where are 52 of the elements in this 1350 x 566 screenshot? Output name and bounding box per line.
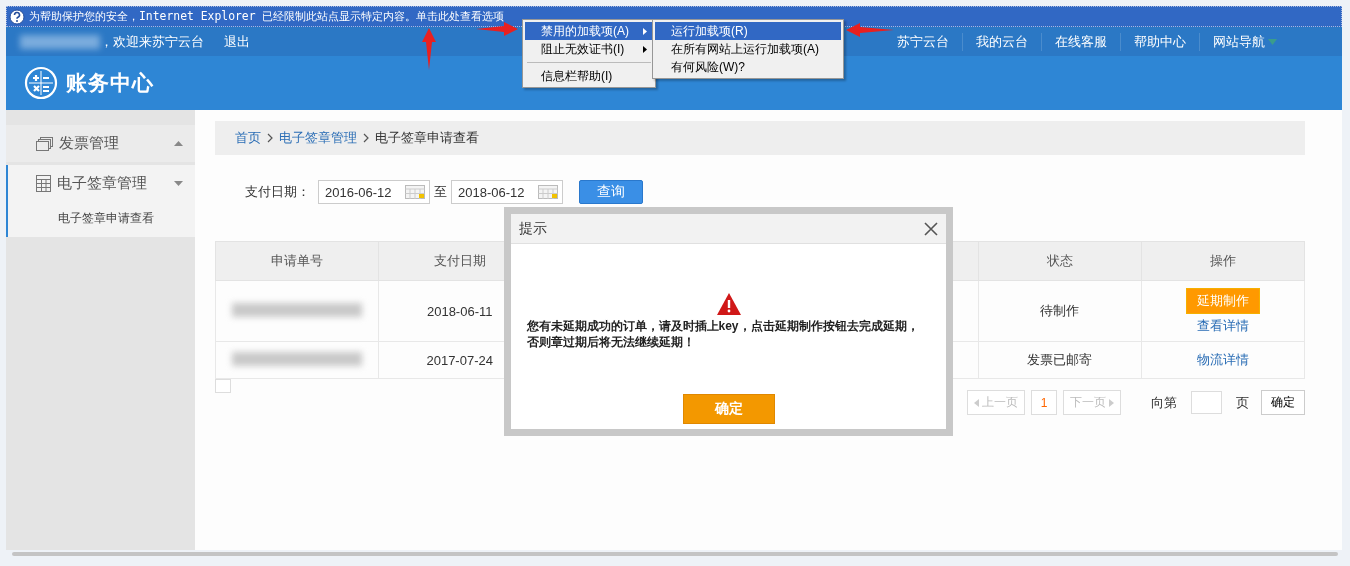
chevron-icon	[363, 133, 369, 143]
sidebar-subitem[interactable]: 电子签章申请查看	[8, 202, 195, 227]
date-field[interactable]: 2016-06-12	[318, 180, 430, 204]
warning-icon	[716, 293, 741, 315]
help-icon	[9, 8, 25, 25]
date-field[interactable]: 2018-06-12	[451, 180, 563, 204]
dialog-title: 提示	[519, 219, 547, 238]
table-cell: 待制作	[978, 280, 1142, 342]
range-separator: 至	[434, 183, 447, 201]
menu-item[interactable]: 运行加载项(R)	[655, 22, 841, 40]
close-icon[interactable]	[924, 221, 938, 236]
left-triangle-icon	[974, 398, 979, 407]
logo-icon	[24, 66, 58, 100]
scrollbar[interactable]	[12, 552, 1338, 556]
filter-label: 支付日期：	[245, 183, 310, 201]
breadcrumb-current: 电子签章申请查看	[375, 129, 479, 147]
welcome-text: ，欢迎来苏宁云台	[100, 32, 204, 51]
page-input[interactable]	[1191, 391, 1222, 414]
sidebar-item[interactable]: 电子签章管理	[57, 174, 168, 193]
detail-link[interactable]: 查看详情	[1196, 316, 1249, 335]
goto-label: 向第	[1151, 393, 1177, 412]
caret-icon	[1268, 38, 1277, 45]
right-triangle-icon	[1109, 398, 1114, 407]
menu-item[interactable]: 阻止无效证书(I)	[525, 40, 653, 58]
calendar-icon	[538, 185, 558, 199]
goto-label: 页	[1236, 393, 1249, 412]
menu-item[interactable]: 有何风险(W)?	[655, 58, 841, 76]
confirm-button[interactable]: 确定	[1261, 390, 1305, 415]
column-header: 申请单号	[215, 241, 379, 281]
column-header: 操作	[1141, 241, 1305, 281]
nav-link[interactable]: 在线客服	[1041, 32, 1120, 51]
calendar-icon	[405, 185, 425, 199]
column-header: 状态	[978, 241, 1142, 281]
breadcrumb-link[interactable]: 首页	[235, 129, 261, 147]
app-title: 账务中心	[66, 70, 154, 96]
nav-link[interactable]: 帮助中心	[1120, 32, 1199, 51]
chevron-icon	[267, 133, 273, 143]
menu-item[interactable]: 在所有网站上运行加载项(A)	[655, 40, 841, 58]
table-cell: 发票已邮寄	[978, 341, 1142, 379]
detail-link[interactable]: 物流详情	[1196, 351, 1249, 369]
nav-link[interactable]: 网站导航	[1199, 32, 1290, 51]
query-button[interactable]: 查询	[579, 180, 643, 204]
stack-icon	[36, 136, 53, 151]
menu-item[interactable]: 信息栏帮助(I)	[525, 67, 653, 85]
scroll-handle[interactable]	[215, 379, 231, 393]
page-button[interactable]: 1	[1031, 390, 1057, 415]
breadcrumb-link[interactable]: 电子签章管理	[279, 129, 357, 147]
calculator-icon	[36, 175, 51, 192]
nav-link[interactable]: 苏宁云台	[884, 32, 962, 51]
nav-link[interactable]: 我的云台	[962, 32, 1041, 51]
menu-item[interactable]: 禁用的加载项(A)	[525, 22, 653, 40]
logout-link[interactable]: 退出	[224, 32, 250, 51]
